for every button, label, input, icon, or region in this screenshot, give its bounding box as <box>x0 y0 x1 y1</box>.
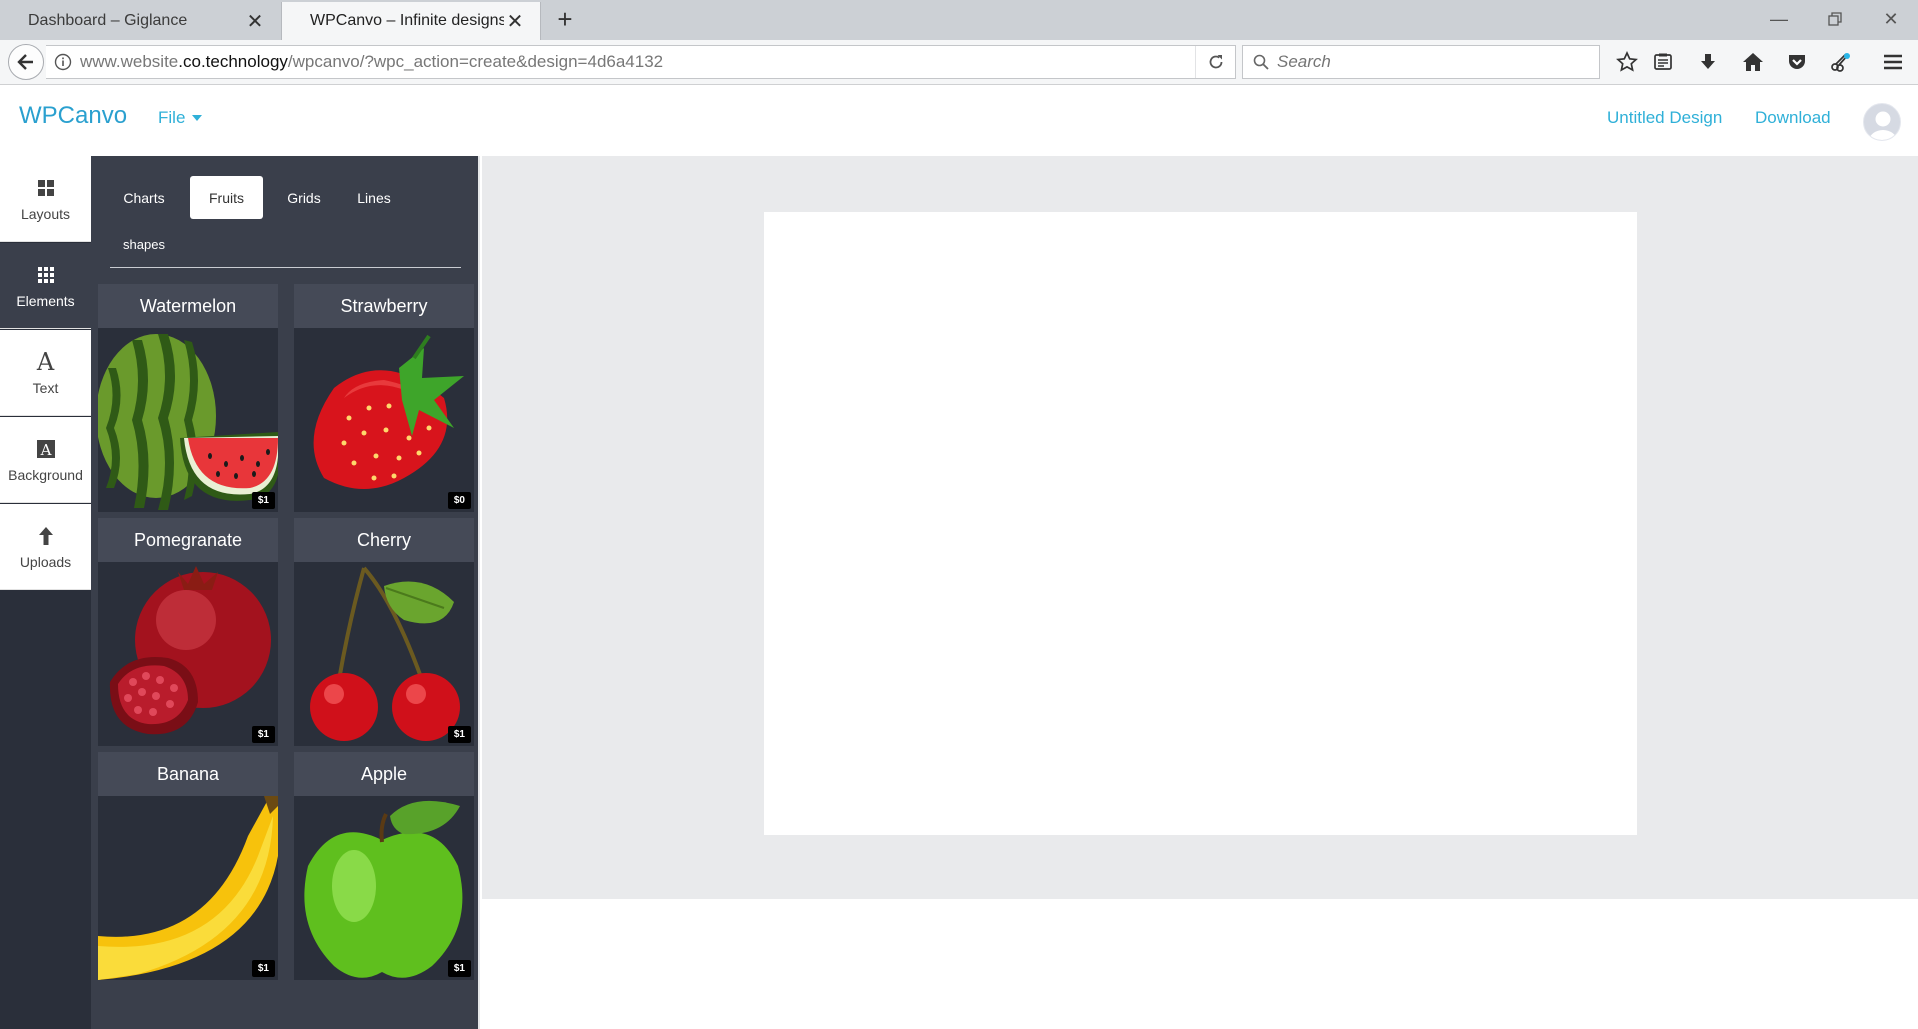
rail-item-label: Layouts <box>20 206 71 222</box>
file-menu[interactable]: File <box>158 108 203 128</box>
tab-title: WPCanvo – Infinite designs in m <box>310 12 504 29</box>
banana-image[interactable]: $1 <box>98 796 278 980</box>
browser-tab-wpcanvo[interactable]: WPCanvo – Infinite designs in m ✕ <box>281 2 541 40</box>
rail-item-elements[interactable]: Elements <box>0 243 91 329</box>
app-header: WPCanvo File Untitled Design Download <box>0 86 1918 156</box>
app-logo[interactable]: WPCanvo <box>19 102 127 130</box>
elements-icon <box>37 262 55 288</box>
card-title: Cherry <box>294 518 474 562</box>
tab-lines[interactable]: Lines <box>344 176 404 219</box>
tool-rail: Layouts Elements A Text A Background Upl… <box>0 156 91 1029</box>
reload-icon[interactable] <box>1195 46 1235 78</box>
element-card-cherry[interactable]: Cherry $1 <box>294 518 474 746</box>
background-icon: A <box>36 436 56 462</box>
user-icon <box>1869 111 1897 140</box>
restore-icon[interactable] <box>1812 4 1858 34</box>
cherry-image[interactable]: $1 <box>294 562 474 746</box>
workspace-footer-area <box>482 899 1918 1029</box>
apple-image[interactable]: $1 <box>294 796 474 980</box>
card-title: Watermelon <box>98 284 278 328</box>
browser-tab-dashboard[interactable]: Dashboard – Giglance ✕ <box>0 2 280 40</box>
design-canvas[interactable] <box>764 212 1637 835</box>
rail-item-label: Text <box>32 380 59 396</box>
download-link[interactable]: Download <box>1755 108 1831 128</box>
design-name-link[interactable]: Untitled Design <box>1607 108 1722 128</box>
layouts-icon <box>37 175 55 201</box>
search-icon <box>1253 54 1269 70</box>
rail-item-text[interactable]: A Text <box>0 330 91 416</box>
tab-grids[interactable]: Grids <box>274 176 334 219</box>
home-icon[interactable] <box>1738 48 1768 76</box>
search-input[interactable] <box>1277 52 1577 72</box>
price-badge: $1 <box>251 960 275 977</box>
price-badge: $1 <box>251 726 275 743</box>
window-close-icon[interactable]: ✕ <box>1868 4 1914 34</box>
rail-item-layouts[interactable]: Layouts <box>0 156 91 242</box>
rail-item-uploads[interactable]: Uploads <box>0 504 91 590</box>
browser-search-field[interactable] <box>1242 45 1600 79</box>
price-badge: $1 <box>251 492 275 509</box>
pocket-icon[interactable] <box>1782 48 1812 76</box>
avatar[interactable] <box>1863 103 1901 141</box>
caret-down-icon <box>192 115 203 121</box>
upload-icon <box>38 523 54 549</box>
element-card-watermelon[interactable]: Watermelon $1 <box>98 284 278 512</box>
new-tab-button[interactable]: + <box>551 6 579 34</box>
element-card-pomegranate[interactable]: Pomegranate $1 <box>98 518 278 746</box>
card-title: Strawberry <box>294 284 474 328</box>
download-icon[interactable] <box>1693 48 1723 76</box>
element-card-banana[interactable]: Banana $1 <box>98 752 278 980</box>
strawberry-image[interactable]: $0 <box>294 328 474 512</box>
close-icon[interactable]: ✕ <box>244 10 266 33</box>
bookmark-star-icon[interactable] <box>1612 48 1642 76</box>
url-text[interactable]: www.website.co.technology/wpcanvo/?wpc_a… <box>80 52 663 72</box>
arrow-left-icon <box>17 54 33 70</box>
svg-text:A: A <box>39 441 51 459</box>
price-badge: $1 <box>447 726 471 743</box>
close-icon[interactable]: ✕ <box>504 10 526 33</box>
info-icon[interactable] <box>46 53 80 71</box>
elements-panel: Charts Fruits Grids Lines shapes Waterme… <box>91 156 480 1029</box>
browser-nav-bar: www.website.co.technology/wpcanvo/?wpc_a… <box>0 40 1918 85</box>
hamburger-menu-icon[interactable] <box>1878 48 1908 76</box>
rail-item-label: Background <box>8 467 83 483</box>
tab-title: Dashboard – Giglance <box>28 12 188 29</box>
element-card-strawberry[interactable]: Strawberry $0 <box>294 284 474 512</box>
rail-item-background[interactable]: A Background <box>0 417 91 503</box>
design-workspace <box>482 156 1918 899</box>
back-button[interactable] <box>8 44 44 80</box>
card-title: Apple <box>294 752 474 796</box>
browser-tab-bar: Dashboard – Giglance ✕ WPCanvo – Infinit… <box>0 0 1918 40</box>
card-title: Pomegranate <box>98 518 278 562</box>
tab-shapes[interactable]: shapes <box>109 223 179 266</box>
element-card-apple[interactable]: Apple $1 <box>294 752 474 980</box>
price-badge: $0 <box>447 492 471 509</box>
price-badge: $1 <box>447 960 471 977</box>
category-divider <box>110 267 461 268</box>
reading-list-icon[interactable] <box>1648 48 1678 76</box>
rail-item-label: Uploads <box>19 554 72 570</box>
tab-charts[interactable]: Charts <box>109 176 179 219</box>
pomegranate-image[interactable]: $1 <box>98 562 278 746</box>
rail-item-label: Elements <box>16 293 75 309</box>
tab-fruits[interactable]: Fruits <box>190 176 263 219</box>
screenshot-extension-icon[interactable] <box>1826 48 1856 76</box>
card-title: Banana <box>98 752 278 796</box>
text-icon: A <box>36 348 55 376</box>
file-menu-label: File <box>158 108 186 127</box>
url-bar[interactable]: www.website.co.technology/wpcanvo/?wpc_a… <box>46 45 1236 79</box>
watermelon-image[interactable]: $1 <box>98 328 278 512</box>
minimize-icon[interactable]: — <box>1756 4 1802 34</box>
